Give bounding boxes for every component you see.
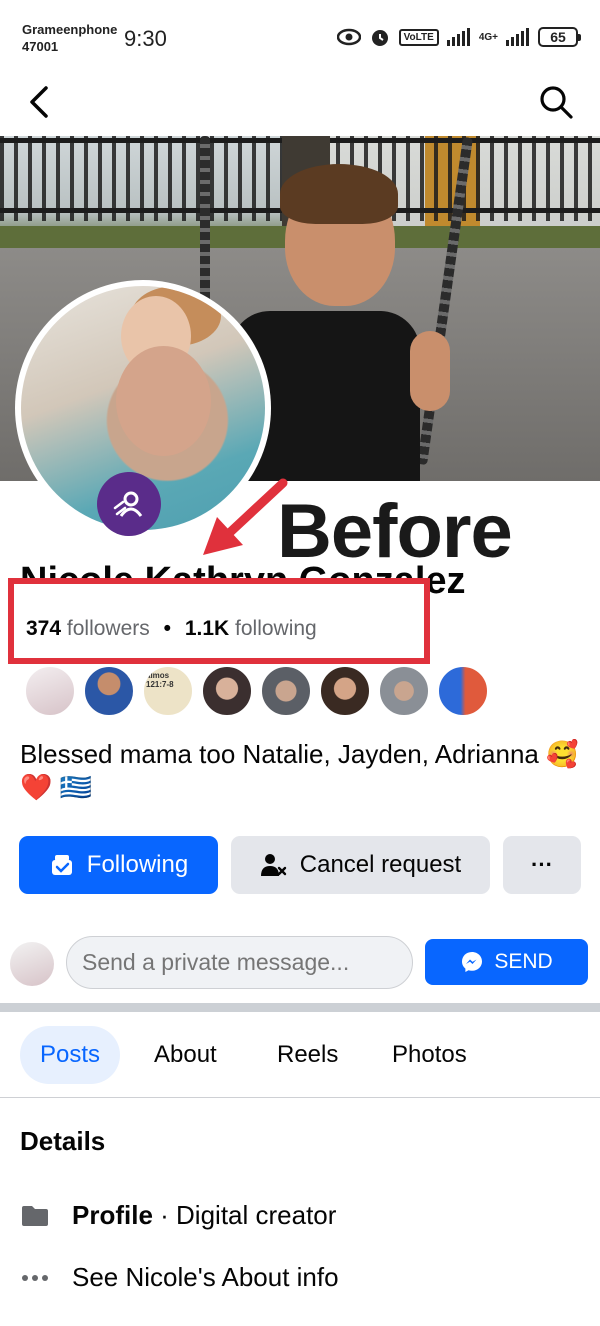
alarm-icon [369,26,391,48]
my-avatar[interactable] [10,942,54,986]
send-button[interactable]: SEND [425,939,588,985]
carrier-line-2: 47001 [22,39,59,54]
tab-reels[interactable]: Reels [277,1026,338,1084]
tab-posts[interactable]: Posts [20,1026,121,1084]
search-icon [540,86,573,119]
tabs-divider [0,1097,600,1098]
cancel-request-label: Cancel request [299,851,462,878]
about-info-label: See Nicole's About info [72,1262,339,1292]
volte-badge: VoLTE [398,28,439,46]
stats-separator: • [163,617,171,640]
followers-label: followers [66,617,150,640]
profile-category-value: · Digital creator [152,1200,337,1230]
private-message-input[interactable] [66,936,413,989]
before-annotation-label: Before [277,489,513,574]
see-about-info-link[interactable]: See Nicole's About info [20,1262,339,1293]
profile-type-label: Profile [72,1200,153,1230]
tab-about[interactable]: About [154,1026,217,1084]
more-dots-icon: ··· [531,852,553,877]
category-icon [20,1204,50,1228]
friend-avatar[interactable] [260,665,312,717]
profile-bio: Blessed mama too Natalie, Jayden, Adrian… [20,739,579,802]
friend-avatar[interactable]: almos 121:7-8 [142,665,194,717]
friend-avatar[interactable] [319,665,371,717]
following-label: following [235,617,317,640]
follow-stats[interactable]: 374 followers • 1.1K following [26,617,317,641]
friend-avatar[interactable] [201,665,253,717]
friend-avatar[interactable] [378,665,430,717]
more-options-button[interactable]: ··· [503,836,581,894]
following-label: Following [86,851,189,878]
following-count: 1.1K [184,617,230,640]
back-button[interactable] [24,84,56,120]
messenger-icon [462,952,483,972]
search-button[interactable] [538,84,574,120]
annotation-arrow-icon [203,478,288,555]
person-x-icon [260,854,286,876]
status-time: 9:30 [124,26,167,51]
send-label: SEND [494,950,553,973]
friend-avatar[interactable] [83,665,135,717]
battery-icon: 65 [538,27,581,47]
signal-icon-2 [506,28,530,46]
section-divider [0,1003,600,1012]
detail-profile-category: Profile · Digital creator [20,1200,336,1231]
cancel-request-button[interactable]: Cancel request [231,836,490,894]
tab-photos[interactable]: Photos [392,1026,467,1084]
digital-creator-badge-icon [97,472,161,536]
friend-avatar[interactable] [24,665,76,717]
network-4g-icon: 4G+ [478,31,498,43]
carrier-name: Grameenphone 47001 [22,21,117,55]
followers-count: 374 [26,617,62,640]
details-heading: Details [20,1126,106,1156]
signal-icon [446,28,471,46]
following-button[interactable]: Following [19,836,218,894]
chevron-left-icon [30,86,48,118]
friend-avatar[interactable] [437,665,489,717]
status-bar: Grameenphone 47001 9:30 VoLTE 4G+ 65 [0,0,600,72]
more-dots-icon [20,1274,50,1282]
following-check-icon [51,855,72,875]
eye-icon [336,28,361,46]
carrier-line-1: Grameenphone [22,22,118,37]
